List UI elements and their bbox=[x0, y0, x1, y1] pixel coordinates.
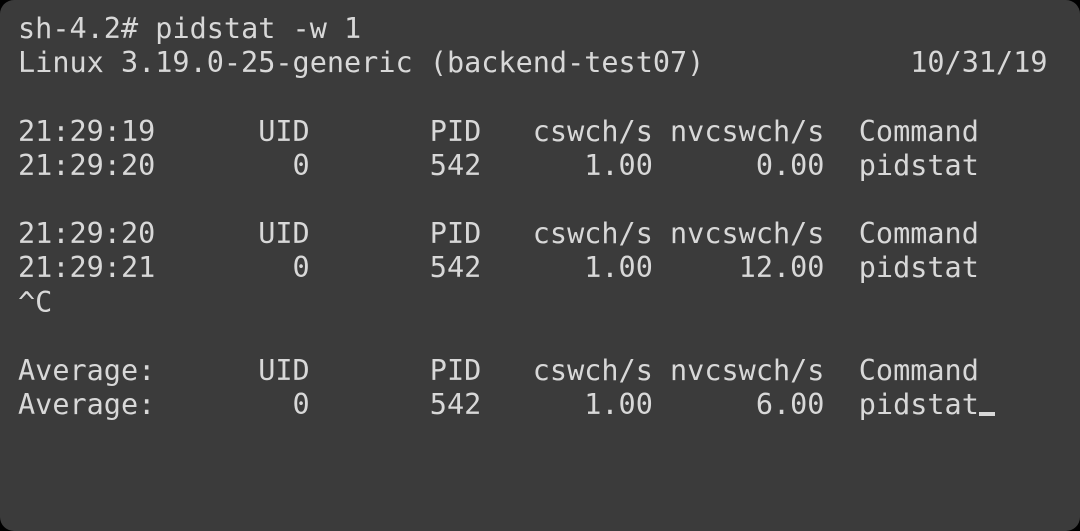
cursor bbox=[979, 412, 995, 416]
entered-command: pidstat -w 1 bbox=[155, 12, 361, 45]
system-info-line: Linux 3.19.0-25-generic (backend-test07)… bbox=[18, 46, 1048, 79]
average-header: Average: UID PID cswch/s nvcswch/s Comma… bbox=[18, 354, 979, 387]
shell-prompt: sh-4.2# bbox=[18, 12, 155, 45]
sample-2-row-1: 21:29:21 0 542 1.00 12.00 pidstat bbox=[18, 251, 979, 284]
terminal-window[interactable]: sh-4.2# pidstat -w 1 Linux 3.19.0-25-gen… bbox=[0, 0, 1080, 531]
prompt-line: sh-4.2# pidstat -w 1 bbox=[18, 12, 361, 45]
sample-2-header: 21:29:20 UID PID cswch/s nvcswch/s Comma… bbox=[18, 217, 979, 250]
sample-1-header: 21:29:19 UID PID cswch/s nvcswch/s Comma… bbox=[18, 115, 979, 148]
sample-1-row-1: 21:29:20 0 542 1.00 0.00 pidstat bbox=[18, 149, 979, 182]
interrupt-line: ^C bbox=[18, 286, 52, 319]
average-row-1: Average: 0 542 1.00 6.00 pidstat bbox=[18, 388, 979, 421]
